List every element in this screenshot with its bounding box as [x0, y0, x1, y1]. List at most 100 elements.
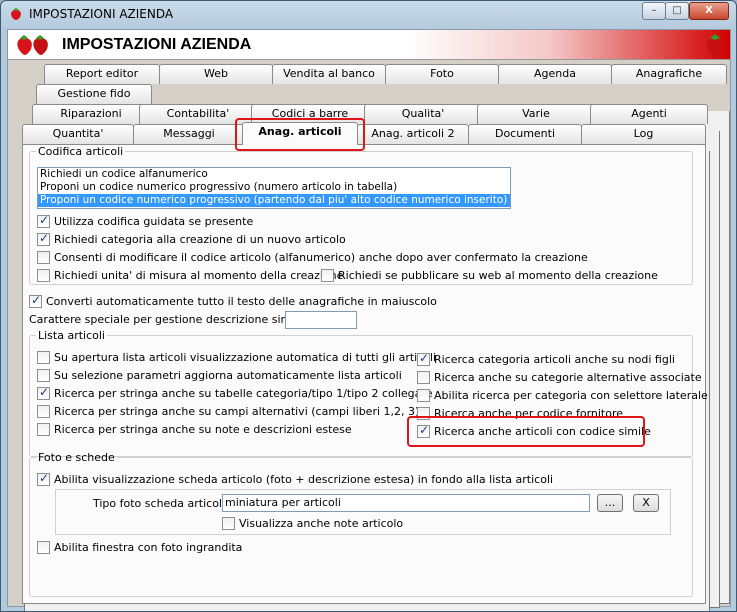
- tab-page-anag-articoli: Codifica articoli Richiedi un codice alf…: [22, 144, 708, 604]
- client-area: IMPOSTAZIONI AZIENDA Report editor Web V…: [7, 29, 731, 611]
- tab-agenda[interactable]: Agenda: [498, 64, 612, 84]
- tab-vendita-al-banco[interactable]: Vendita al banco: [272, 64, 386, 84]
- checkbox-label: Visualizza anche note articolo: [239, 516, 404, 530]
- tab-log[interactable]: Log: [581, 124, 706, 144]
- checkbox-box[interactable]: [37, 231, 50, 246]
- browse-button[interactable]: ...: [597, 494, 623, 512]
- list-item[interactable]: Proponi un codice numerico progressivo (…: [38, 181, 510, 194]
- checkbox-label: Su apertura lista articoli visualizzazio…: [54, 350, 437, 364]
- checkbox-selettore-laterale[interactable]: Abilita ricerca per categoria con selett…: [417, 387, 708, 403]
- checkbox-abilita-scheda[interactable]: Abilita visualizzazione scheda articolo …: [37, 471, 553, 487]
- checkbox-label: Abilita visualizzazione scheda articolo …: [54, 472, 554, 486]
- checkbox-nodi-figli[interactable]: Ricerca categoria articoli anche su nodi…: [417, 351, 675, 367]
- checkbox-box[interactable]: [417, 406, 430, 420]
- checkbox-maiuscolo[interactable]: Converti automaticamente tutto il testo …: [29, 293, 437, 309]
- foto-schede-legend: Foto e schede: [38, 451, 115, 464]
- close-button[interactable]: X: [689, 2, 729, 20]
- checkbox-label: Richiedi se pubblicare su web al momento…: [338, 268, 658, 282]
- checkbox-label: Consenti di modificare il codice articol…: [54, 250, 588, 264]
- list-item[interactable]: Richiedi un codice alfanumerico: [38, 168, 510, 181]
- lista-articoli-legend: Lista articoli: [38, 329, 105, 342]
- tab-agenti[interactable]: Agenti: [590, 104, 708, 124]
- checkbox-box[interactable]: [321, 268, 334, 282]
- checkbox-codifica-guidata[interactable]: Utilizza codifica guidata se presente: [37, 213, 253, 229]
- checkbox-box[interactable]: [37, 404, 50, 418]
- tab-messaggi[interactable]: Messaggi: [133, 124, 245, 144]
- checkbox-modifica-codice[interactable]: Consenti di modificare il codice articol…: [37, 249, 588, 265]
- checkbox-box[interactable]: [37, 250, 50, 264]
- tab-quantita[interactable]: Quantita': [22, 124, 134, 144]
- carattere-speciale-input[interactable]: [285, 311, 357, 329]
- strawberry-icon: [11, 8, 21, 20]
- checkbox-label: Ricerca anche per codice fornitore: [434, 406, 624, 420]
- checkbox-label: Ricerca per stringa anche su campi alter…: [54, 404, 420, 418]
- checkbox-label: Su selezione parametri aggiorna automati…: [54, 368, 402, 382]
- checkbox-label: Ricerca per stringa anche su tabelle cat…: [54, 386, 433, 400]
- checkbox-lista-auto[interactable]: Su apertura lista articoli visualizzazio…: [37, 349, 436, 365]
- checkbox-box[interactable]: [37, 368, 50, 382]
- header-banner: IMPOSTAZIONI AZIENDA: [8, 30, 730, 60]
- tab-foto[interactable]: Foto: [385, 64, 499, 84]
- tipo-foto-label: Tipo foto scheda articolo :: [93, 497, 236, 510]
- tab-web[interactable]: Web: [159, 64, 273, 84]
- checkbox-box[interactable]: [37, 213, 50, 228]
- checkbox-codice-fornitore[interactable]: Ricerca anche per codice fornitore: [417, 405, 623, 421]
- clear-button[interactable]: X: [633, 494, 659, 512]
- checkbox-label: Ricerca per stringa anche su note e desc…: [54, 422, 352, 436]
- checkbox-box[interactable]: [29, 293, 42, 308]
- checkbox-box[interactable]: [417, 423, 430, 438]
- title-bar[interactable]: IMPOSTAZIONI AZIENDA – □ X: [1, 1, 736, 29]
- checkbox-categorie-alternative[interactable]: Ricerca anche su categorie alternative a…: [417, 369, 702, 385]
- checkbox-label: Ricerca categoria articoli anche su nodi…: [434, 352, 675, 366]
- main-window: IMPOSTAZIONI AZIENDA – □ X IMPOSTAZIONI …: [0, 0, 737, 612]
- checkbox-ricerca-note[interactable]: Ricerca per stringa anche su note e desc…: [37, 421, 352, 437]
- checkbox-box[interactable]: [37, 471, 50, 486]
- carattere-speciale-label: Carattere speciale per gestione descrizi…: [29, 313, 326, 326]
- checkbox-label: Converti automaticamente tutto il testo …: [46, 294, 437, 308]
- tab-anagrafiche[interactable]: Anagrafiche: [611, 64, 727, 84]
- checkbox-ricerca-tabelle[interactable]: Ricerca per stringa anche su tabelle cat…: [37, 385, 432, 401]
- checkbox-codice-simile[interactable]: Ricerca anche articoli con codice simile: [417, 423, 651, 439]
- tab-varie[interactable]: Varie: [477, 104, 595, 124]
- maximize-button[interactable]: □: [665, 2, 689, 20]
- tab-documenti[interactable]: Documenti: [468, 124, 582, 144]
- checkbox-ricerca-campi-alternativi[interactable]: Ricerca per stringa anche su campi alter…: [37, 403, 419, 419]
- tab-qualita[interactable]: Qualita': [364, 104, 482, 124]
- tab-anag-articoli[interactable]: Anag. articoli: [242, 122, 358, 145]
- strawberry-icon: [707, 34, 723, 57]
- checkbox-label: Abilita ricerca per categoria con selett…: [434, 388, 708, 402]
- window-title: IMPOSTAZIONI AZIENDA: [29, 7, 174, 21]
- list-item-selected[interactable]: Proponi un codice numerico progressivo (…: [38, 194, 510, 207]
- checkbox-pubblica-web[interactable]: Richiedi se pubblicare su web al momento…: [321, 267, 658, 283]
- checkbox-box[interactable]: [222, 516, 235, 530]
- checkbox-box[interactable]: [37, 540, 50, 554]
- checkbox-label: Abilita finestra con foto ingrandita: [54, 540, 243, 554]
- tab-riparazioni[interactable]: Riparazioni: [32, 104, 150, 124]
- checkbox-box[interactable]: [37, 385, 50, 400]
- checkbox-label: Utilizza codifica guidata se presente: [54, 214, 254, 228]
- codifica-listbox[interactable]: Richiedi un codice alfanumerico Proponi …: [37, 167, 511, 209]
- checkbox-box[interactable]: [37, 350, 50, 364]
- strawberries-logo-icon: [17, 35, 48, 55]
- tab-gestione-fido[interactable]: Gestione fido: [36, 84, 152, 104]
- checkbox-box[interactable]: [417, 351, 430, 366]
- checkbox-box[interactable]: [417, 370, 430, 384]
- checkbox-aggiorna-lista[interactable]: Su selezione parametri aggiorna automati…: [37, 367, 402, 383]
- checkbox-note-articolo[interactable]: Visualizza anche note articolo: [222, 515, 403, 531]
- checkbox-label: Richiedi unita' di misura al momento del…: [54, 268, 344, 282]
- checkbox-box[interactable]: [37, 422, 50, 436]
- checkbox-unita-misura[interactable]: Richiedi unita' di misura al momento del…: [37, 267, 343, 283]
- checkbox-box[interactable]: [37, 268, 50, 282]
- tab-contabilita[interactable]: Contabilita': [139, 104, 257, 124]
- codifica-articoli-legend: Codifica articoli: [38, 145, 124, 158]
- tab-codici-a-barre[interactable]: Codici a barre: [251, 104, 369, 124]
- checkbox-richiedi-categoria[interactable]: Richiedi categoria alla creazione di un …: [37, 231, 346, 247]
- checkbox-box[interactable]: [417, 388, 430, 402]
- tab-anag-articoli-2[interactable]: Anag. articoli 2: [357, 124, 469, 144]
- tipo-foto-field[interactable]: miniatura per articoli: [222, 494, 590, 512]
- minimize-button[interactable]: –: [642, 2, 666, 20]
- header-title: IMPOSTAZIONI AZIENDA: [62, 36, 252, 53]
- tab-report-editor[interactable]: Report editor: [44, 64, 160, 84]
- checkbox-finestra-foto[interactable]: Abilita finestra con foto ingrandita: [37, 539, 242, 555]
- checkbox-label: Ricerca anche articoli con codice simile: [434, 424, 651, 438]
